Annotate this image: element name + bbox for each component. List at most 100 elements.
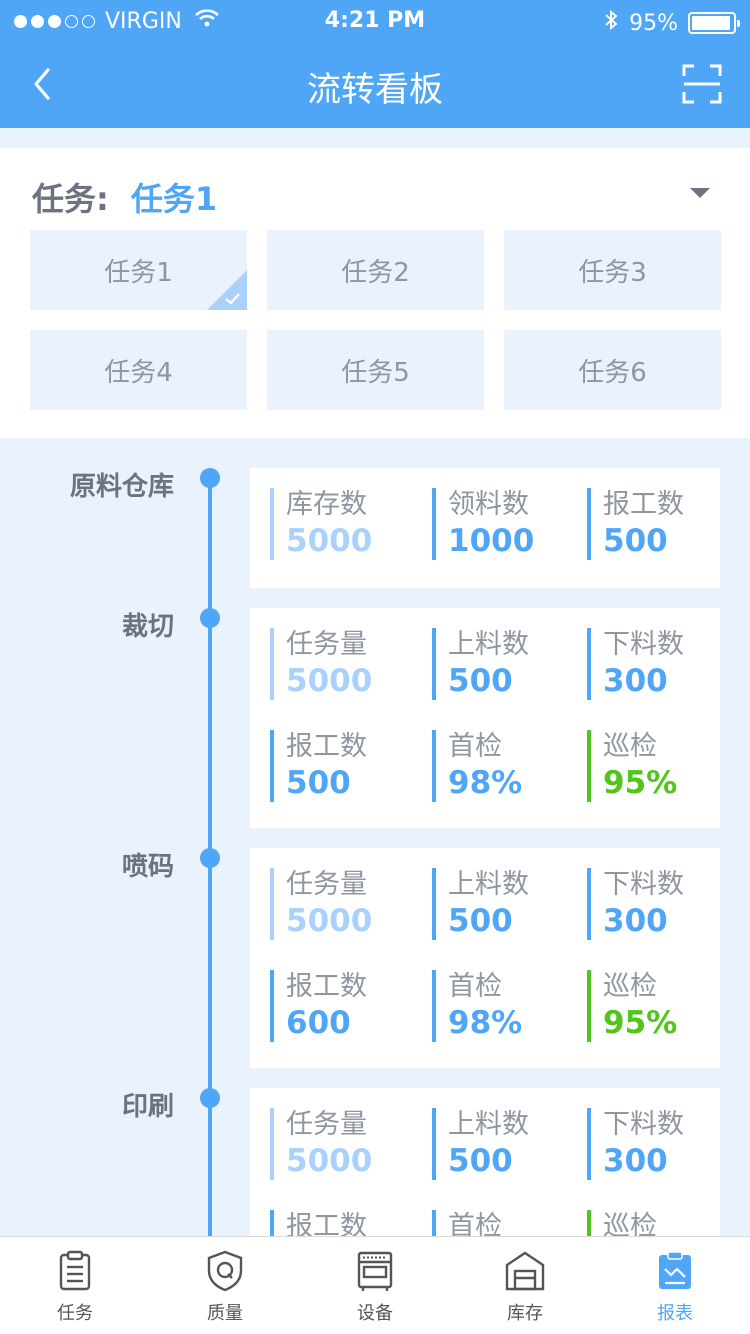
metric-value: 5000 xyxy=(286,903,373,939)
metric-value: 98% xyxy=(448,1005,523,1041)
metric-label: 下料数 xyxy=(603,869,684,900)
tab-label: 库存 xyxy=(507,1303,543,1324)
metric-label: 首检 xyxy=(448,731,502,762)
metric: 任务量 5000 xyxy=(270,1108,372,1180)
metric: 首检 xyxy=(432,1210,502,1236)
tab-quality[interactable]: 质量 xyxy=(150,1237,300,1334)
task-header-selected: 任务1 xyxy=(130,180,218,218)
metric-label: 下料数 xyxy=(603,1109,684,1140)
tab-report[interactable]: 报表 xyxy=(600,1237,750,1334)
metric-label: 上料数 xyxy=(448,629,529,660)
metric-value: 1000 xyxy=(448,523,535,559)
task-dropdown-toggle[interactable] xyxy=(688,186,712,200)
stage-card[interactable]: 任务量 5000 上料数 500 下料数 300 报工数 首检 巡检 xyxy=(250,1088,720,1236)
stage-label: 喷码 xyxy=(121,852,174,882)
metric-label: 首检 xyxy=(448,971,502,1002)
metric-label: 报工数 xyxy=(286,1211,367,1236)
metric: 任务量 5000 xyxy=(270,628,372,700)
task-option-label: 任务5 xyxy=(341,357,410,388)
metric-value: 95% xyxy=(603,1005,678,1041)
metric-value: 500 xyxy=(286,765,351,801)
metric: 领料数 1000 xyxy=(432,488,534,560)
stage-card[interactable]: 任务量 5000 上料数 500 下料数 300 报工数 600 首检 98% … xyxy=(250,848,720,1068)
tab-equipment[interactable]: 设备 xyxy=(300,1237,450,1334)
task-option[interactable]: 任务3 xyxy=(504,230,721,310)
stage-label: 印刷 xyxy=(121,1092,174,1122)
metric: 巡检 95% xyxy=(587,730,677,802)
metric-label: 任务量 xyxy=(286,629,367,660)
tab-label: 报表 xyxy=(657,1303,693,1324)
metric-value: 5000 xyxy=(286,663,373,699)
nav-bar: 流转看板 xyxy=(0,42,750,128)
battery-level xyxy=(692,16,730,30)
scan-button[interactable] xyxy=(680,62,724,106)
task-option[interactable]: 任务4 xyxy=(30,330,247,410)
task-option-label: 任务4 xyxy=(104,357,173,388)
stage-label: 裁切 xyxy=(121,612,174,642)
metric-value: 300 xyxy=(603,663,668,699)
metric-value: 500 xyxy=(448,903,513,939)
shield-q-icon xyxy=(207,1250,243,1292)
header-bar: VIRGIN 4:21 PM 95% 流转看板 xyxy=(0,0,750,128)
task-header-label: 任务: xyxy=(32,180,109,218)
scan-icon xyxy=(682,64,722,104)
metric-label: 任务量 xyxy=(286,1109,367,1140)
metric: 首检 98% xyxy=(432,730,522,802)
tab-bar: 任务 质量 设备 库存 报表 xyxy=(0,1236,750,1334)
metric-value: 98% xyxy=(448,765,523,801)
timeline-dot xyxy=(200,848,220,868)
metric: 报工数 500 xyxy=(270,730,367,802)
metric: 巡检 xyxy=(587,1210,657,1236)
task-option-label: 任务2 xyxy=(341,257,410,288)
metric-value: 300 xyxy=(603,1143,668,1179)
battery-icon xyxy=(688,12,740,34)
timeline-dot xyxy=(200,468,220,488)
task-option[interactable]: 任务6 xyxy=(504,330,721,410)
metric: 巡检 95% xyxy=(587,970,677,1042)
metric-label: 首检 xyxy=(448,1211,502,1236)
metric-label: 报工数 xyxy=(603,489,684,520)
metric: 库存数 5000 xyxy=(270,488,372,560)
metric: 下料数 300 xyxy=(587,628,684,700)
machine-icon xyxy=(357,1251,393,1291)
tab-task[interactable]: 任务 xyxy=(0,1237,150,1334)
page-title: 流转看板 xyxy=(307,70,443,110)
task-selector-panel: 任务: 任务1 任务1 任务2 任务3 任务4 任务5 任务6 xyxy=(0,148,750,438)
status-right: 95% xyxy=(603,8,740,38)
task-option-label: 任务1 xyxy=(104,257,173,288)
stage-card[interactable]: 任务量 5000 上料数 500 下料数 300 报工数 500 首检 98% … xyxy=(250,608,720,828)
timeline-dot xyxy=(200,608,220,628)
metric-label: 巡检 xyxy=(603,1211,657,1236)
report-icon xyxy=(659,1251,691,1289)
metric: 下料数 300 xyxy=(587,1108,684,1180)
metric-label: 上料数 xyxy=(448,1109,529,1140)
status-bar: VIRGIN 4:21 PM 95% xyxy=(0,0,750,42)
metric-label: 巡检 xyxy=(603,731,657,762)
tab-inventory[interactable]: 库存 xyxy=(450,1237,600,1334)
bluetooth-icon xyxy=(603,8,619,38)
tab-label: 任务 xyxy=(57,1303,93,1324)
metric-label: 巡检 xyxy=(603,971,657,1002)
metric-value: 600 xyxy=(286,1005,351,1041)
timeline-line xyxy=(208,478,212,1258)
stage-card[interactable]: 库存数 5000 领料数 1000 报工数 500 xyxy=(250,468,720,588)
metric-label: 报工数 xyxy=(286,731,367,762)
task-option-label: 任务6 xyxy=(578,357,647,388)
metric: 首检 98% xyxy=(432,970,522,1042)
task-header: 任务: 任务1 xyxy=(32,174,217,220)
task-option[interactable]: 任务5 xyxy=(267,330,484,410)
metric-label: 报工数 xyxy=(286,971,367,1002)
metric-label: 库存数 xyxy=(286,489,367,520)
metric-label: 领料数 xyxy=(448,489,529,520)
stage-label: 原料仓库 xyxy=(69,472,174,502)
tab-label: 设备 xyxy=(357,1303,393,1324)
task-option[interactable]: 任务1 xyxy=(30,230,247,310)
task-option[interactable]: 任务2 xyxy=(267,230,484,310)
metric: 上料数 500 xyxy=(432,868,529,940)
metric: 上料数 500 xyxy=(432,1108,529,1180)
metric-value: 95% xyxy=(603,765,678,801)
metric: 报工数 500 xyxy=(587,488,684,560)
metric: 报工数 600 xyxy=(270,970,367,1042)
metric-value: 500 xyxy=(448,1143,513,1179)
check-corner-icon xyxy=(207,270,247,310)
